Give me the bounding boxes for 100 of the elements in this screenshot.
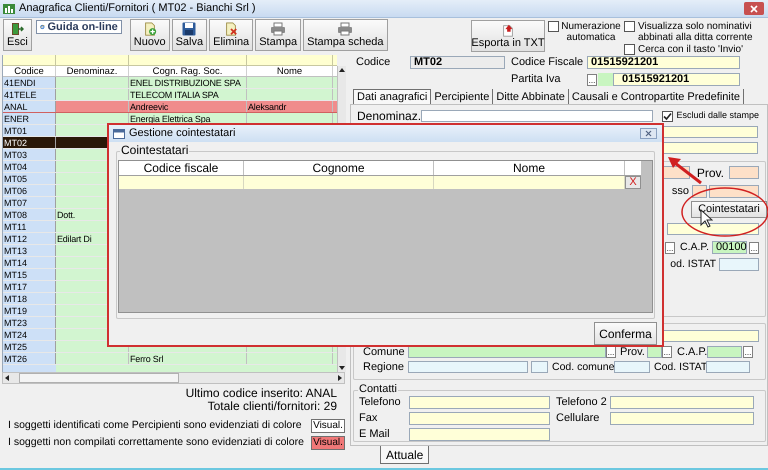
toolbar-button[interactable]: Esci [3, 19, 32, 51]
field-label: Telefono 2 [556, 397, 608, 408]
toolbar-button[interactable]: Elimina [209, 19, 254, 51]
filter-cell[interactable] [129, 55, 247, 66]
summary-text: Totale clienti/fornitori: 29 [208, 400, 337, 413]
toolbar-button[interactable]: Stampa scheda [303, 19, 388, 51]
floppy-icon [182, 22, 196, 36]
confirm-button[interactable]: Conferma [594, 322, 657, 345]
option-label: Cerca con il tasto 'Invio' [638, 44, 744, 55]
legend-text: I soggetti non compilati correttamente sono evidenziati di colore [8, 434, 304, 450]
column-header[interactable]: Codice [3, 66, 56, 76]
input-field[interactable] [409, 412, 550, 425]
table-cell: MT07 [3, 197, 56, 208]
printer-icon [270, 22, 286, 36]
scroll-right-icon[interactable] [336, 374, 344, 382]
table-cell: MT15 [3, 269, 56, 280]
input-field[interactable] [729, 166, 759, 179]
help-button[interactable]: Guida on-line [36, 20, 122, 34]
browse-button[interactable]: ... [743, 346, 753, 358]
table-cell: MT14 [3, 257, 56, 268]
column-header[interactable]: Cognome [244, 161, 434, 175]
input-field[interactable] [421, 110, 654, 122]
table-cell: ENER [3, 113, 56, 124]
printer-icon [337, 22, 354, 36]
table-cell: MT08 [3, 209, 56, 220]
option-label: Visualizza solo nominativi abbinati alla ditta corrente [638, 21, 754, 43]
toolbar-button[interactable]: Salva [172, 19, 208, 51]
table-row[interactable]: MT26 Ferro Srl [3, 353, 337, 365]
tab[interactable]: Dati anagrafici [353, 89, 432, 104]
column-header[interactable]: Nome [434, 161, 625, 175]
table-cell: MT18 [3, 293, 56, 304]
table-cell: Ferro Srl [129, 353, 247, 364]
toolbar-button[interactable]: Nuovo [130, 19, 170, 51]
visual-button[interactable]: Visual. [311, 436, 345, 450]
input-field[interactable] [667, 223, 759, 235]
table-cell: MT17 [3, 281, 56, 292]
table-cell: MT11 [3, 221, 56, 232]
toolbar-button[interactable]: Esporta in TXT [471, 20, 545, 52]
field-label: Regione [363, 362, 405, 372]
filter-cell[interactable] [247, 55, 333, 66]
option-label: Numerazione automatica [561, 21, 621, 43]
input-field[interactable]: 00100 [712, 241, 747, 254]
table-row[interactable]: ANAL Andreevic Aleksandr [3, 101, 337, 113]
status-box [598, 73, 613, 86]
close-button[interactable] [640, 128, 657, 139]
browse-button[interactable]: ... [749, 242, 759, 254]
table-cell: MT03 [3, 149, 56, 160]
close-button[interactable] [744, 2, 764, 15]
field-label: Prov. [696, 166, 724, 178]
scroll-up-icon[interactable] [338, 66, 346, 74]
visual-button[interactable]: Visual. [311, 418, 345, 433]
browse-button[interactable]: ... [662, 346, 672, 358]
input-field[interactable] [408, 346, 606, 358]
cointestatari-button[interactable]: Cointestatari [691, 201, 767, 218]
input-field[interactable] [409, 396, 550, 409]
table-cell: TELECOM ITALIA SPA [129, 89, 247, 100]
browse-button[interactable]: ... [606, 346, 616, 358]
column-header[interactable]: Denominaz. [56, 66, 129, 76]
browse-button[interactable]: ... [665, 242, 675, 254]
checkbox[interactable] [548, 21, 559, 32]
browse-button[interactable]: ... [587, 74, 597, 86]
input-field[interactable] [707, 346, 742, 358]
input-field[interactable] [647, 346, 662, 358]
input-field[interactable] [408, 361, 528, 373]
scroll-left-icon[interactable] [3, 374, 11, 382]
table-row[interactable]: X [119, 176, 641, 189]
table-row[interactable]: 41TELE TELECOM ITALIA SPA [3, 89, 337, 101]
input-field[interactable] [409, 428, 550, 441]
input-field[interactable]: 01515921201 [613, 73, 740, 86]
delete-button[interactable]: X [625, 176, 641, 189]
table-cell: MT25 [3, 341, 56, 352]
input-field[interactable] [531, 361, 548, 373]
group-title: Cointestatari [120, 144, 190, 157]
scrollbar[interactable] [2, 372, 345, 384]
filter-cell[interactable] [56, 55, 129, 66]
checkbox[interactable] [624, 21, 635, 32]
input-field[interactable]: MT02 [410, 56, 505, 69]
column-header[interactable]: Codice fiscale [119, 161, 244, 175]
column-header[interactable]: Cogn. Rag. Soc. [129, 66, 247, 76]
scrollbar-thumb[interactable] [19, 373, 179, 383]
table-row[interactable]: 41ENDI ENEL DISTRIBUZIONE SPA [3, 77, 337, 89]
input-field[interactable] [610, 396, 754, 409]
checkbox[interactable] [624, 44, 635, 55]
filter-cell[interactable] [3, 55, 56, 66]
input-field[interactable]: 01515921201 [587, 56, 740, 69]
checkbox[interactable] [662, 110, 674, 122]
toolbar-button[interactable]: Stampa [255, 19, 302, 51]
column-header[interactable]: Nome [247, 66, 333, 76]
field-label: Partita Iva [511, 74, 562, 85]
input-field[interactable] [706, 361, 750, 373]
input-field[interactable] [719, 258, 759, 271]
tab[interactable]: Attuale [380, 446, 430, 464]
table-cell: MT12 [3, 233, 56, 244]
table-cell: MT13 [3, 245, 56, 256]
chart-icon [3, 2, 15, 14]
checkbox-label: Escludi dalle stampe [676, 109, 759, 122]
input-field[interactable] [610, 412, 754, 425]
field-label: Telefono [359, 397, 402, 408]
close-icon [645, 130, 652, 137]
input-field[interactable] [614, 361, 650, 373]
